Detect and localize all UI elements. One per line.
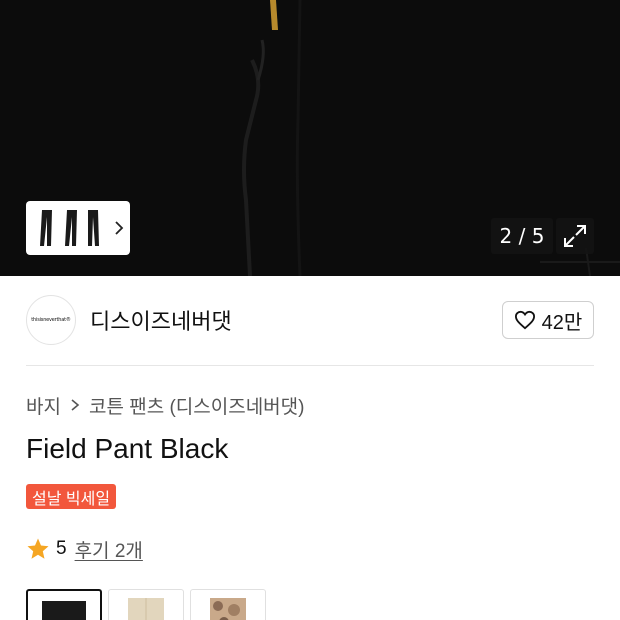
thumbnail-strip-button[interactable] <box>26 201 130 255</box>
rating-score: 5 <box>56 538 67 559</box>
chevron-right-icon <box>110 219 128 237</box>
brand-logo-text: thisisneverthat® <box>31 317 71 323</box>
swatch-beige[interactable] <box>108 589 184 620</box>
star-icon <box>27 538 49 559</box>
rating: 5 후기 2개 <box>26 536 143 562</box>
pants-thumbnail-icon <box>29 205 107 251</box>
brand-name[interactable]: 디스이즈네버댓 <box>90 304 232 336</box>
expand-icon <box>564 225 586 247</box>
reviews-link[interactable]: 후기 2개 <box>75 536 143 563</box>
beige-pants-icon <box>128 598 164 620</box>
product-image[interactable]: 2 / 5 <box>0 0 620 276</box>
breadcrumb-item-category[interactable]: 바지 <box>26 392 61 419</box>
swatch-camo[interactable] <box>190 589 266 620</box>
black-pants-icon <box>42 601 86 620</box>
image-counter: 2 / 5 <box>491 218 553 254</box>
breadcrumb: 바지 코튼 팬츠 (디스이즈네버댓) <box>26 392 304 418</box>
camo-pants-icon <box>210 598 246 620</box>
breadcrumb-item-subcategory[interactable]: 코튼 팬츠 (디스이즈네버댓) <box>89 392 305 419</box>
brand-logo[interactable]: thisisneverthat® <box>26 295 76 345</box>
heart-icon <box>514 310 535 330</box>
like-count: 42만 <box>541 311 583 334</box>
sale-badge: 설날 빅세일 <box>26 484 117 509</box>
expand-button[interactable] <box>556 218 594 254</box>
divider <box>26 365 594 366</box>
chevron-right-icon <box>69 398 81 412</box>
like-button[interactable]: 42만 <box>502 301 594 339</box>
product-title: Field Pant Black <box>26 433 229 464</box>
color-swatches <box>26 589 266 620</box>
swatch-black[interactable] <box>26 589 102 620</box>
brand-row: thisisneverthat® 디스이즈네버댓 42만 <box>26 294 594 346</box>
